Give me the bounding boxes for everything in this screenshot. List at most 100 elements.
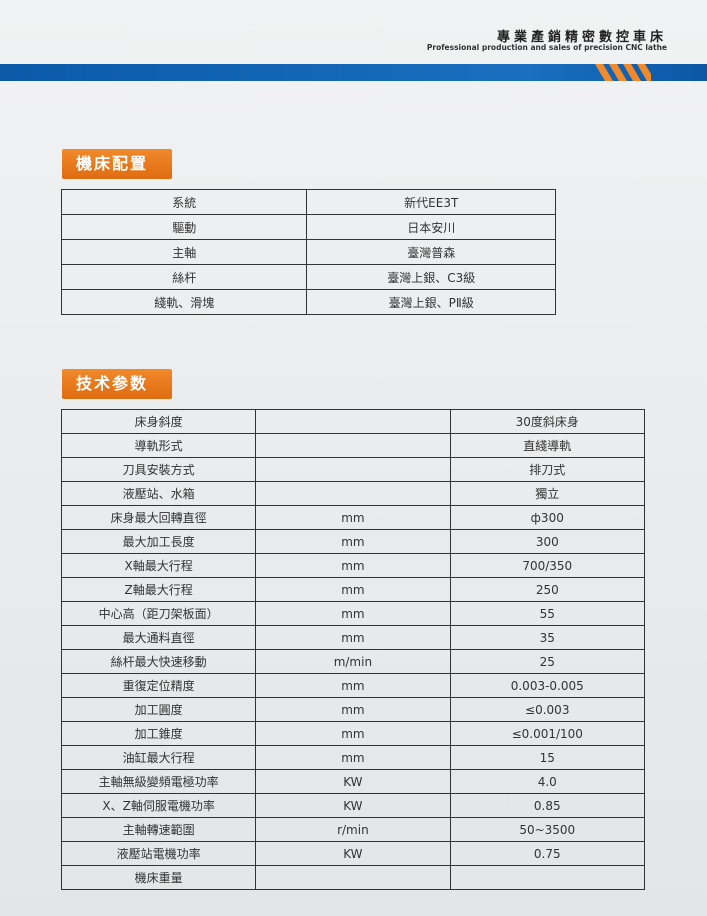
spec-unit: mm [255,721,451,746]
section-title-config: 機床配置 [62,149,172,179]
table-row: 重復定位精度 mm 0.003-0.005 [60,673,646,698]
table-row: 最大通料直徑 mm 35 [60,625,646,650]
spec-unit: mm [255,529,451,554]
spec-unit: m/min [255,649,451,674]
table-row: 最大加工長度 mm 300 [60,529,646,554]
table-row: 系統 新代EE3T [60,189,556,215]
table-row: 加工圓度 mm ≤0.003 [60,697,646,722]
table-row: 刀具安裝方式 排刀式 [60,457,646,482]
table-row: 絲杆 臺灣上銀、C3級 [60,264,556,290]
spec-name: 床身斜度 [60,409,257,434]
brand-title-en: Professional production and sales of pre… [426,43,667,52]
spec-value [449,865,646,890]
spec-value: 15 [449,745,646,770]
config-table: 系統 新代EE3T 驅動 日本安川 主軸 臺灣普森 絲杆 臺灣上銀、C3級 綫軌… [60,189,556,315]
stripes-decoration-icon [595,64,651,81]
spec-name: 液壓站電機功率 [60,841,257,866]
table-row: 機床重量 [60,865,646,890]
spec-value: 4.0 [449,769,646,794]
spec-name: 油缸最大行程 [60,745,257,770]
table-row: 導軌形式 直綫導軌 [60,433,646,458]
table-row: X、Z軸伺服電機功率 KW 0.85 [60,793,646,818]
spec-unit: mm [255,505,451,530]
config-value: 臺灣上銀、C3級 [306,264,556,290]
table-row: X軸最大行程 mm 700/350 [60,553,646,578]
config-name: 絲杆 [60,264,308,290]
table-row: 液壓站、水箱 獨立 [60,481,646,506]
spec-unit: mm [255,577,451,602]
table-row: 絲杆最大快速移動 m/min 25 [60,649,646,674]
config-name: 系統 [60,189,308,215]
spec-value: 25 [449,649,646,674]
spec-name: 床身最大回轉直徑 [60,505,257,530]
spec-value: ≤0.003 [449,697,646,722]
spec-value: 50~3500 [449,817,646,842]
spec-name: 主軸無級變頻電極功率 [60,769,257,794]
config-value: 臺灣普森 [306,239,556,265]
table-row: 床身最大回轉直徑 mm ф300 [60,505,646,530]
spec-name: X、Z軸伺服電機功率 [60,793,257,818]
spec-value: 直綫導軌 [449,433,646,458]
spec-value: 0.003-0.005 [449,673,646,698]
config-value: 新代EE3T [306,189,556,215]
spec-unit: mm [255,625,451,650]
spec-value: 30度斜床身 [449,409,646,434]
table-row: 主軸轉速範圍 r/min 50~3500 [60,817,646,842]
table-row: 主軸無級變頻電極功率 KW 4.0 [60,769,646,794]
table-row: 驅動 日本安川 [60,214,556,240]
table-row: 中心高（距刀架板面） mm 55 [60,601,646,626]
spec-unit [255,865,451,890]
spec-value: ф300 [449,505,646,530]
spec-value: 排刀式 [449,457,646,482]
table-row: 液壓站電機功率 KW 0.75 [60,841,646,866]
spec-value: 35 [449,625,646,650]
spec-name: Z軸最大行程 [60,577,257,602]
spec-name: 中心高（距刀架板面） [60,601,257,626]
spec-value: 0.85 [449,793,646,818]
table-row: 油缸最大行程 mm 15 [60,745,646,770]
section-title-specs: 技术参数 [62,369,172,399]
spec-unit: mm [255,697,451,722]
spec-name: 最大通料直徑 [60,625,257,650]
table-row: 床身斜度 30度斜床身 [60,409,646,434]
config-name: 綫軌、滑塊 [60,289,308,315]
config-value: 臺灣上銀、PⅡ級 [306,289,556,315]
spec-name: 主軸轉速範圍 [60,817,257,842]
spec-unit: KW [255,793,451,818]
spec-name: 重復定位精度 [60,673,257,698]
spec-name: X軸最大行程 [60,553,257,578]
specs-table: 床身斜度 30度斜床身 導軌形式 直綫導軌 刀具安裝方式 排刀式 液壓站、水箱 獨立 床… [60,409,646,890]
table-row: 加工錐度 mm ≤0.001/100 [60,721,646,746]
spec-value: ≤0.001/100 [449,721,646,746]
spec-unit: mm [255,553,451,578]
spec-value: 0.75 [449,841,646,866]
spec-unit: mm [255,745,451,770]
spec-value: 700/350 [449,553,646,578]
spec-value: 獨立 [449,481,646,506]
spec-name: 最大加工長度 [60,529,257,554]
spec-unit [255,433,451,458]
spec-unit: r/min [255,817,451,842]
spec-unit [255,409,451,434]
spec-name: 機床重量 [60,865,257,890]
spec-unit: mm [255,673,451,698]
page-header: 專業產銷精密數控車床 Professional production and s… [0,0,707,90]
config-name: 驅動 [60,214,308,240]
spec-unit: KW [255,769,451,794]
spec-name: 加工圓度 [60,697,257,722]
table-row: Z軸最大行程 mm 250 [60,577,646,602]
spec-value: 300 [449,529,646,554]
table-row: 主軸 臺灣普森 [60,239,556,265]
config-value: 日本安川 [306,214,556,240]
spec-unit [255,481,451,506]
config-name: 主軸 [60,239,308,265]
spec-name: 液壓站、水箱 [60,481,257,506]
spec-name: 加工錐度 [60,721,257,746]
spec-unit [255,457,451,482]
spec-unit: mm [255,601,451,626]
spec-name: 絲杆最大快速移動 [60,649,257,674]
spec-value: 250 [449,577,646,602]
spec-name: 刀具安裝方式 [60,457,257,482]
spec-value: 55 [449,601,646,626]
table-row: 綫軌、滑塊 臺灣上銀、PⅡ級 [60,289,556,315]
